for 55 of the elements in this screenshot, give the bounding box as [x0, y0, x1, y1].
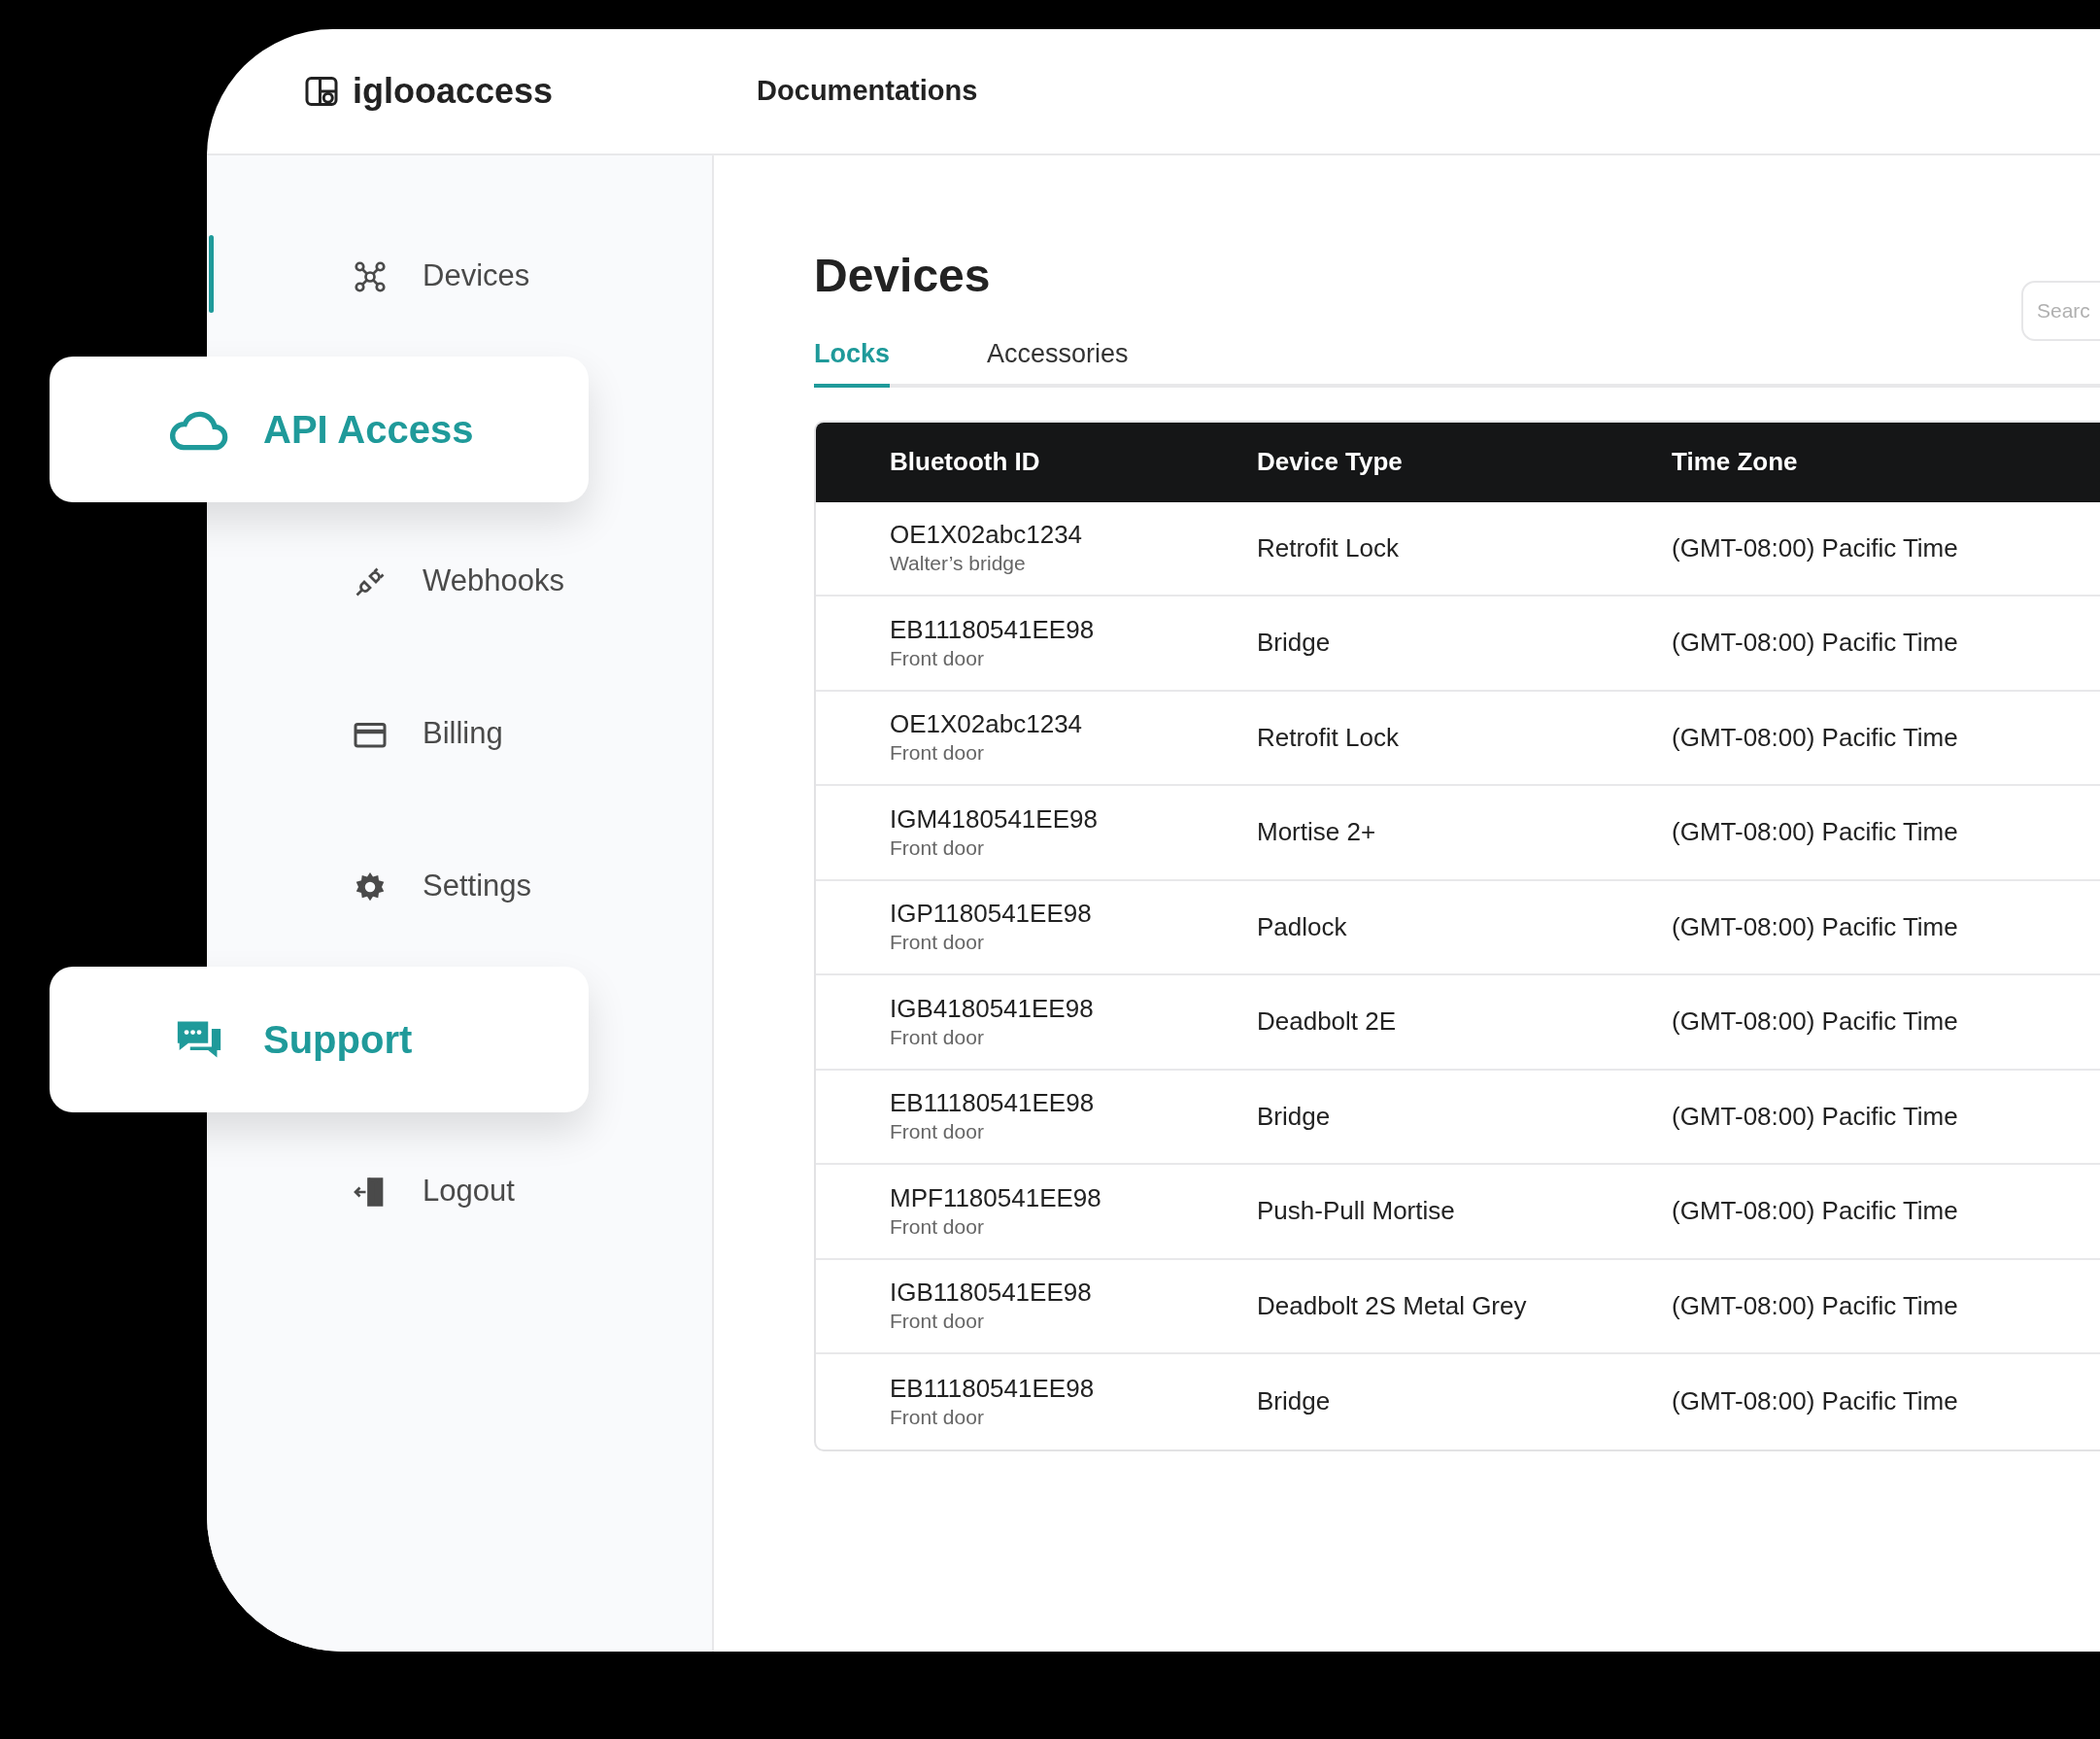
device-location: Front door: [890, 740, 985, 767]
time-zone-cell-text: (GMT-08:00) Pacific Time: [1672, 1385, 1959, 1418]
bluetooth-id: EB11180541EE98: [890, 1087, 1096, 1119]
time-zone-cell-text: (GMT-08:00) Pacific Time: [1672, 910, 1959, 943]
sidebar-item[interactable]: Billing: [353, 711, 503, 757]
column-header: Bluetooth ID: [890, 446, 1041, 478]
sidebar-item[interactable]: Settings: [353, 864, 531, 909]
sidebar-item[interactable]: Logout: [353, 1169, 515, 1214]
time-zone-cell-text: (GMT-08:00) Pacific Time: [1672, 1289, 1959, 1322]
column-header: Time Zone: [1672, 446, 1799, 478]
column-header: Device Type: [1257, 446, 1404, 478]
bluetooth-id: OE1X02abc1234: [890, 708, 1084, 740]
time-zone-cell-text: (GMT-08:00) Pacific Time: [1672, 1100, 1959, 1133]
device-location: Front door: [890, 1404, 985, 1430]
page-title: Devices: [814, 253, 992, 299]
time-zone-cell-text: (GMT-08:00) Pacific Time: [1672, 721, 1959, 754]
device-location: Front door: [890, 1213, 985, 1240]
device-location: Front door: [890, 1024, 985, 1050]
device-type-cell-text: Deadbolt 2S Metal Grey: [1257, 1289, 1528, 1322]
device-type-cell-text: Bridge: [1257, 1100, 1332, 1133]
device-location: Front door: [890, 1309, 985, 1335]
sidebar-item[interactable]: Devices: [353, 254, 530, 299]
device-type-cell-text: Deadbolt 2E: [1257, 1006, 1398, 1039]
device-type-cell-text: Retrofit Lock: [1257, 721, 1400, 754]
bluetooth-id: EB11180541EE98: [890, 1372, 1096, 1404]
bluetooth-id: MPF1180541EE98: [890, 1181, 1102, 1213]
bluetooth-id: EB11180541EE98: [890, 613, 1096, 645]
device-location: Walter’s bridge: [890, 551, 1027, 577]
device-type-cell-text: Mortise 2+: [1257, 816, 1377, 849]
time-zone-cell-text: (GMT-08:00) Pacific Time: [1672, 816, 1959, 849]
time-zone-cell-text: (GMT-08:00) Pacific Time: [1672, 531, 1959, 564]
bluetooth-id: IGP1180541EE98: [890, 898, 1093, 930]
bluetooth-id: IGB4180541EE98: [890, 992, 1095, 1024]
device-location: Front door: [890, 930, 985, 956]
bluetooth-id: OE1X02abc1234: [890, 519, 1084, 551]
device-type-cell-text: Padlock: [1257, 910, 1348, 943]
device-location: Front door: [890, 835, 985, 861]
logo-icon: [304, 74, 339, 109]
device-type-cell-text: Bridge: [1257, 627, 1332, 660]
device-type-cell-text: Bridge: [1257, 1385, 1332, 1418]
device-location: Front door: [890, 645, 985, 671]
tab[interactable]: Accessories: [987, 334, 1129, 388]
device-type-cell-text: Push-Pull Mortise: [1257, 1195, 1456, 1228]
time-zone-cell-text: (GMT-08:00) Pacific Time: [1672, 1195, 1959, 1228]
device-location: Front door: [890, 1119, 985, 1145]
documentations-link[interactable]: Documentations: [757, 70, 978, 113]
search-field[interactable]: Searc: [2021, 281, 2100, 341]
sidebar-item[interactable]: Webhooks: [353, 559, 564, 604]
logo-text: iglooaccess: [353, 70, 554, 113]
time-zone-cell-text: (GMT-08:00) Pacific Time: [1672, 627, 1959, 660]
bluetooth-id: IGM4180541EE98: [890, 802, 1099, 835]
device-type-cell-text: Retrofit Lock: [1257, 531, 1400, 564]
time-zone-cell-text: (GMT-08:00) Pacific Time: [1672, 1006, 1959, 1039]
bluetooth-id: IGB1180541EE98: [890, 1277, 1093, 1309]
network-icon: [353, 258, 388, 294]
